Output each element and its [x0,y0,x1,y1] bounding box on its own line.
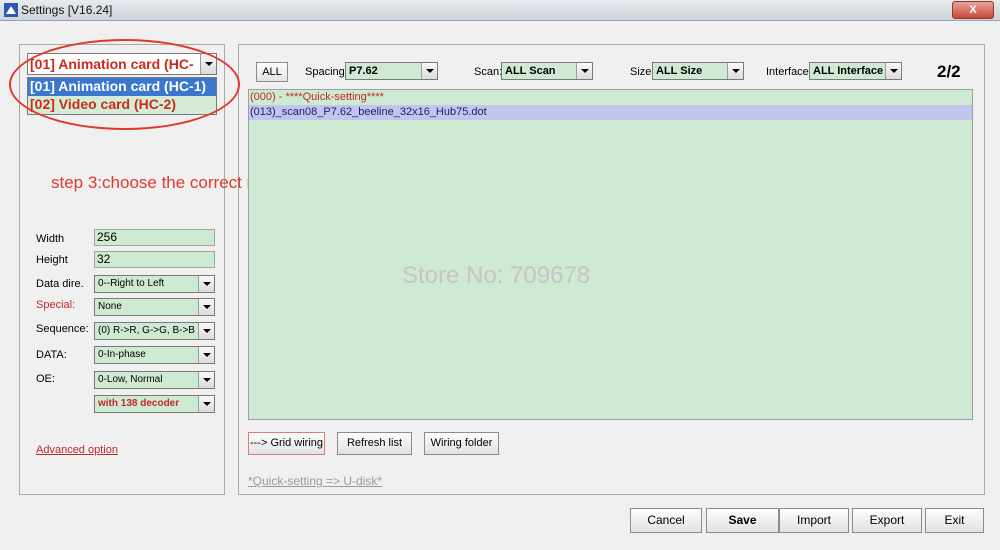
all-button[interactable]: ALL [256,62,288,82]
size-label: Size: [630,66,655,78]
grid-wiring-button[interactable]: ---> Grid wiring [248,432,325,455]
height-field[interactable]: 32 [94,251,215,268]
height-label: Height [36,254,68,266]
close-button[interactable]: X [952,1,994,19]
wiring-file-list[interactable]: (000) - ****Quick-setting**** (013)_scan… [248,89,973,420]
chevron-down-icon[interactable] [198,396,214,412]
wiring-folder-button[interactable]: Wiring folder [424,432,499,455]
special-label: Special: [36,299,76,311]
chevron-down-icon[interactable] [885,63,901,79]
width-field[interactable]: 256 [94,229,215,246]
data-value: 0-In-phase [98,349,146,360]
spacing-label: Spacing: [305,66,348,78]
refresh-list-button[interactable]: Refresh list [337,432,412,455]
data-label: DATA: [36,349,67,361]
decoder-select[interactable]: with 138 decoder [94,395,215,413]
save-button[interactable]: Save [706,508,779,533]
sequence-label: Sequence: [36,323,89,335]
decoder-value: with 138 decoder [98,398,180,409]
special-value: None [98,301,122,312]
window-title: Settings [V16.24] [21,3,113,17]
data-dire-value: 0--Right to Left [98,278,165,289]
size-select[interactable]: ALL Size [652,62,744,80]
chevron-down-icon[interactable] [198,347,214,363]
interface-value: ALL Interface [813,65,884,77]
width-label: Width [36,233,65,245]
data-dire-label: Data dire. [36,278,84,290]
advanced-option-link[interactable]: Advanced option [36,444,118,456]
highlight-ellipse [9,39,240,130]
watermark: Store No: 709678 [402,262,591,289]
import-button[interactable]: Import [779,508,849,533]
oe-select[interactable]: 0-Low, Normal [94,371,215,389]
cancel-button[interactable]: Cancel [630,508,702,533]
size-value: ALL Size [656,65,703,77]
scan-select[interactable]: ALL Scan [501,62,593,80]
data-select[interactable]: 0-In-phase [94,346,215,364]
quick-setting-link[interactable]: *Quick-setting => U-disk* [248,474,382,488]
chevron-down-icon[interactable] [727,63,743,79]
scan-label: Scan: [474,66,503,78]
sequence-select[interactable]: (0) R->R, G->G, B->B [94,322,215,340]
special-select[interactable]: None [94,298,215,316]
title-bar: Settings [V16.24] X [0,0,1000,21]
chevron-down-icon[interactable] [576,63,592,79]
exit-button[interactable]: Exit [925,508,984,533]
spacing-select[interactable]: P7.62 [345,62,438,80]
spacing-value: P7.62 [349,65,378,77]
sequence-value: (0) R->R, G->G, B->B [98,325,195,336]
oe-label: OE: [36,373,55,385]
oe-value: 0-Low, Normal [98,374,163,385]
chevron-down-icon[interactable] [198,299,214,315]
page-indicator: 2/2 [937,62,961,81]
list-item-selected[interactable]: (013)_scan08_P7.62_beeline_32x16_Hub75.d… [249,105,972,120]
chevron-down-icon[interactable] [421,63,437,79]
chevron-down-icon[interactable] [198,276,214,292]
chevron-down-icon[interactable] [198,323,214,339]
scan-value: ALL Scan [505,65,556,77]
chevron-down-icon[interactable] [198,372,214,388]
list-item[interactable]: (000) - ****Quick-setting**** [249,90,972,105]
data-dire-select[interactable]: 0--Right to Left [94,275,215,293]
app-icon [4,3,18,17]
interface-select[interactable]: ALL Interface [809,62,902,80]
export-button[interactable]: Export [852,508,922,533]
interface-label: Interface: [766,66,812,78]
